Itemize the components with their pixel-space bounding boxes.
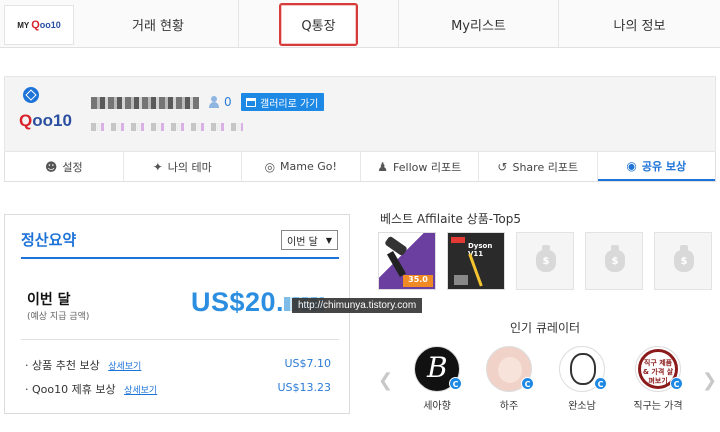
blurred-shop-url [91, 123, 243, 131]
this-month-label: 이번 달 [27, 292, 71, 308]
baby-face-image [498, 357, 522, 383]
massage-gun-handle [386, 250, 407, 278]
tab-share-reward[interactable]: ◉ 공유 보상 [597, 152, 715, 181]
tab-settings[interactable]: ☻ 설정 [5, 152, 124, 181]
follower-count[interactable]: 0 [209, 95, 232, 109]
curator-card[interactable]: 완소남 [557, 346, 607, 412]
profile-header: Qoo10 0 갤러리로 가기 [4, 76, 716, 152]
shop-logo-text: Qoo10 [19, 111, 72, 130]
reward-row-product: · 상품 추천 보상 상세보기 US$7.10 [25, 357, 335, 373]
money-bag-icon: $ [605, 245, 625, 272]
product-thumb-5[interactable]: $ [654, 232, 712, 290]
sketch-face-image [570, 353, 596, 385]
best-products-title: 베스트 Affilaite 상품-Top5 [380, 212, 521, 226]
reward-row-value: US$7.10 [284, 357, 331, 370]
logo-q-text: Q [31, 19, 40, 31]
view-details-link[interactable]: 상세보기 [108, 362, 141, 372]
piggy-bank-icon: ◉ [626, 158, 637, 173]
logo-rest-text: oo10 [39, 20, 61, 30]
person-icon: ♟ [377, 159, 389, 174]
chevron-left-icon[interactable]: ❮ [378, 370, 393, 391]
curator-name: 완소남 [568, 401, 596, 412]
product-label: Dyson V11 [468, 242, 493, 258]
myqoo10-logo[interactable]: MY Q oo10 [4, 5, 74, 45]
avatar: 직구 제품 & 가격 살펴보기 [635, 346, 681, 392]
avatar [486, 346, 532, 392]
price-tag: 35.0 [403, 275, 433, 287]
vacuum-image [468, 253, 483, 287]
estimated-payout-note: (예상 지급 금액) [27, 312, 90, 322]
tab-label: Share 리포트 [512, 160, 579, 174]
logo-my-text: MY [17, 20, 30, 30]
chevron-right-icon[interactable]: ❯ [702, 370, 717, 391]
curator-name: 하주 [499, 401, 519, 412]
watermark-url: http://chimunya.tistory.com [292, 298, 423, 313]
nav-tab-label: 거래 현황 [132, 18, 184, 34]
nav-tab-transactions[interactable]: 거래 현황 [78, 0, 238, 48]
person-gear-icon: ☻ [44, 159, 58, 174]
go-to-gallery-button[interactable]: 갤러리로 가기 [241, 93, 325, 111]
curator-card[interactable]: 직구 제품 & 가격 살펴보기 직구는 가격 [630, 346, 686, 412]
follower-count-value: 0 [224, 95, 232, 109]
shop-logo: Qoo10 [19, 85, 83, 143]
nav-tab-mylist[interactable]: My리스트 [398, 0, 558, 48]
store-icon [246, 97, 256, 107]
product-thumb-2[interactable]: Dyson V11 [447, 232, 505, 290]
verified-badge-icon [23, 87, 39, 103]
tab-label: 공유 보상 [641, 159, 687, 173]
nav-tab-label: My리스트 [451, 18, 506, 34]
product-thumb-3[interactable]: $ [516, 232, 574, 290]
reward-row-affiliate: · Qoo10 제휴 보상 상세보기 US$13.23 [25, 381, 335, 397]
tab-label: Mame Go! [280, 160, 337, 173]
sub-tabs: ☻ 설정 ✦ 나의 테마 ◎ Mame Go! ♟ Fellow 리포트 ↺ S… [4, 152, 716, 182]
money-bag-icon: $ [674, 245, 694, 272]
tab-my-theme[interactable]: ✦ 나의 테마 [124, 152, 242, 181]
view-details-link[interactable]: 상세보기 [124, 386, 157, 396]
tab-label: Fellow 리포트 [393, 160, 462, 174]
curator-name: 직구는 가격 [633, 401, 683, 412]
share-icon: ↺ [497, 159, 508, 174]
product-thumb-4[interactable]: $ [585, 232, 643, 290]
nav-tab-label: Q통장 [279, 2, 358, 46]
period-select[interactable]: 이번 달 ▼ [281, 230, 338, 250]
vacuum-base-image [454, 275, 468, 285]
product-thumb-1[interactable]: 35.0 [378, 232, 436, 290]
tab-label: 설정 [62, 160, 83, 174]
magic-wand-icon: ✦ [152, 159, 163, 174]
reward-row-label: · Qoo10 제휴 보상 [25, 383, 116, 396]
settlement-title: 정산요약 [21, 231, 77, 249]
total-amount-value: US$20. [191, 287, 285, 317]
title-underline [21, 257, 339, 259]
nav-tab-my-info[interactable]: 나의 정보 [558, 0, 720, 48]
tab-share-report[interactable]: ↺ Share 리포트 [479, 152, 598, 181]
avatar [559, 346, 605, 392]
tab-label: 나의 테마 [167, 160, 212, 174]
top-nav: MY Q oo10 거래 현황 Q통장 My리스트 나의 정보 [0, 0, 720, 48]
nav-tab-label: 나의 정보 [613, 18, 666, 34]
blurred-shop-name [91, 97, 199, 109]
tab-mame-go[interactable]: ◎ Mame Go! [242, 152, 361, 181]
money-bag-icon: $ [536, 245, 556, 272]
reward-row-value: US$13.23 [277, 381, 331, 394]
nav-tab-qbankbook[interactable]: Q통장 [238, 0, 398, 48]
reward-row-label: · 상품 추천 보상 [25, 359, 100, 372]
curator-card[interactable]: B 세아향 [412, 346, 462, 412]
popular-curators-title: 인기 큐레이터 [510, 321, 581, 335]
avatar-stamp-text: 직구 제품 & 가격 살펴보기 [638, 349, 678, 389]
tab-fellow-report[interactable]: ♟ Fellow 리포트 [361, 152, 479, 181]
avatar: B [414, 346, 460, 392]
curator-card[interactable]: 하주 [484, 346, 534, 412]
promo-label [451, 237, 465, 243]
period-select-value: 이번 달 [287, 236, 318, 248]
settlement-summary-panel: 정산요약 이번 달 ▼ 이번 달 (예상 지급 금액) US$20. · 상품 … [4, 214, 350, 414]
divider [21, 339, 339, 340]
person-icon [209, 96, 219, 108]
curator-name: 세아향 [423, 401, 451, 412]
dropdown-arrow-icon: ▼ [325, 235, 332, 245]
gallery-button-label: 갤러리로 가기 [260, 98, 319, 110]
lifebuoy-icon: ◎ [264, 159, 276, 174]
avatar-letter: B [427, 351, 448, 384]
